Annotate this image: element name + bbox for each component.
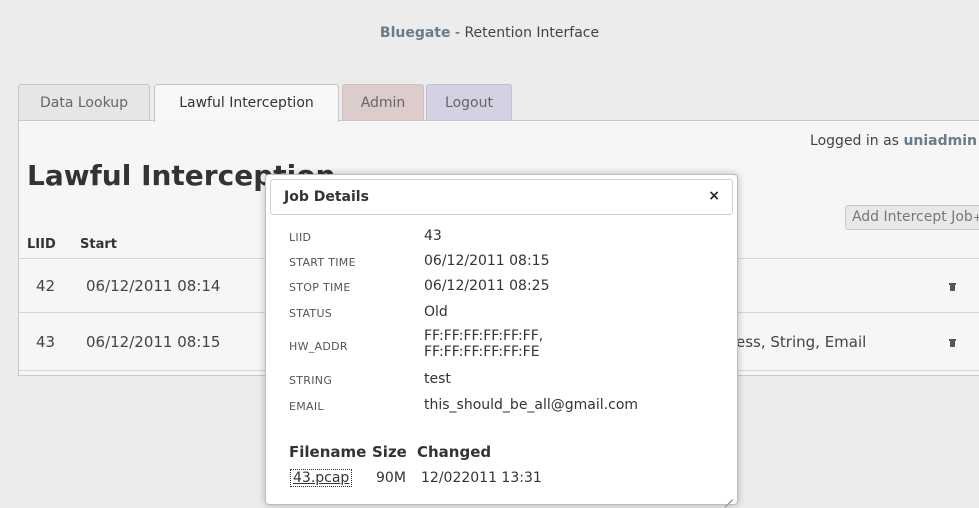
plus-icon: + (972, 211, 979, 224)
detail-label-hw-addr: HW_ADDR (289, 340, 348, 353)
files-header-filename: Filename (289, 443, 367, 461)
dialog-title: Job Details (284, 189, 369, 205)
trash-icon[interactable] (949, 283, 956, 291)
login-prefix: Logged in as (810, 133, 904, 149)
row-start: 06/12/2011 08:14 (86, 277, 221, 295)
brand-name: Bluegate (379, 25, 451, 41)
login-status: Logged in as uniadmin (810, 133, 977, 149)
tab-data-lookup[interactable]: Data Lookup (18, 84, 150, 121)
detail-value-status: Old (424, 304, 448, 320)
add-button-label: Add Intercept Job (851, 209, 973, 225)
row-start: 06/12/2011 08:15 (86, 333, 221, 351)
add-intercept-job-button[interactable]: Add Intercept Job+ (844, 205, 979, 230)
files-header-size: Size (372, 443, 407, 461)
tab-lawful-interception[interactable]: Lawful Interception (154, 84, 339, 122)
app-subtitle: - Retention Interface (450, 25, 600, 41)
detail-label-string: STRING (289, 374, 333, 387)
files-header-changed: Changed (417, 443, 492, 461)
file-changed: 12/022011 13:31 (421, 470, 542, 486)
dialog-header[interactable]: Job Details × (270, 179, 733, 215)
detail-label-stop-time: STOP TIME (289, 281, 351, 294)
detail-label-email: EMAIL (289, 400, 324, 413)
resize-handle-icon[interactable] (724, 491, 733, 500)
detail-label-status: STATUS (289, 307, 333, 320)
close-icon[interactable]: × (708, 188, 720, 204)
hw-addr-line-1: FF:FF:FF:FF:FF:FF, (424, 328, 544, 344)
column-header-start[interactable]: Start (80, 237, 117, 252)
file-download-link[interactable]: 43.pcap (290, 469, 353, 487)
row-liid: 43 (36, 333, 56, 351)
username[interactable]: uniadmin (903, 133, 977, 149)
detail-value-start-time: 06/12/2011 08:15 (424, 253, 550, 269)
app-header: Bluegate - Retention Interface (0, 0, 979, 70)
detail-label-start-time: START TIME (289, 256, 356, 269)
trash-icon[interactable] (949, 339, 956, 347)
row-liid: 42 (36, 277, 56, 295)
detail-label-liid: LIID (289, 231, 312, 244)
detail-value-hw-addr: FF:FF:FF:FF:FF:FF, FF:FF:FF:FF:FF:FE (424, 328, 543, 360)
detail-value-string: test (424, 371, 451, 387)
detail-value-stop-time: 06/12/2011 08:25 (424, 278, 550, 294)
job-details-dialog: Job Details × LIID 43 START TIME 06/12/2… (265, 174, 738, 505)
column-header-liid[interactable]: LIID (27, 237, 56, 252)
detail-value-liid: 43 (424, 228, 442, 244)
app-title: Bluegate - Retention Interface (0, 25, 979, 41)
row-type: ess, String, Email (736, 333, 867, 351)
tab-logout[interactable]: Logout (426, 84, 512, 121)
tab-admin[interactable]: Admin (342, 84, 424, 121)
hw-addr-line-2: FF:FF:FF:FF:FF:FE (424, 344, 540, 360)
file-row: 43.pcap (290, 469, 353, 487)
file-size: 90M (376, 470, 406, 486)
detail-value-email: this_should_be_all@gmail.com (424, 397, 639, 413)
